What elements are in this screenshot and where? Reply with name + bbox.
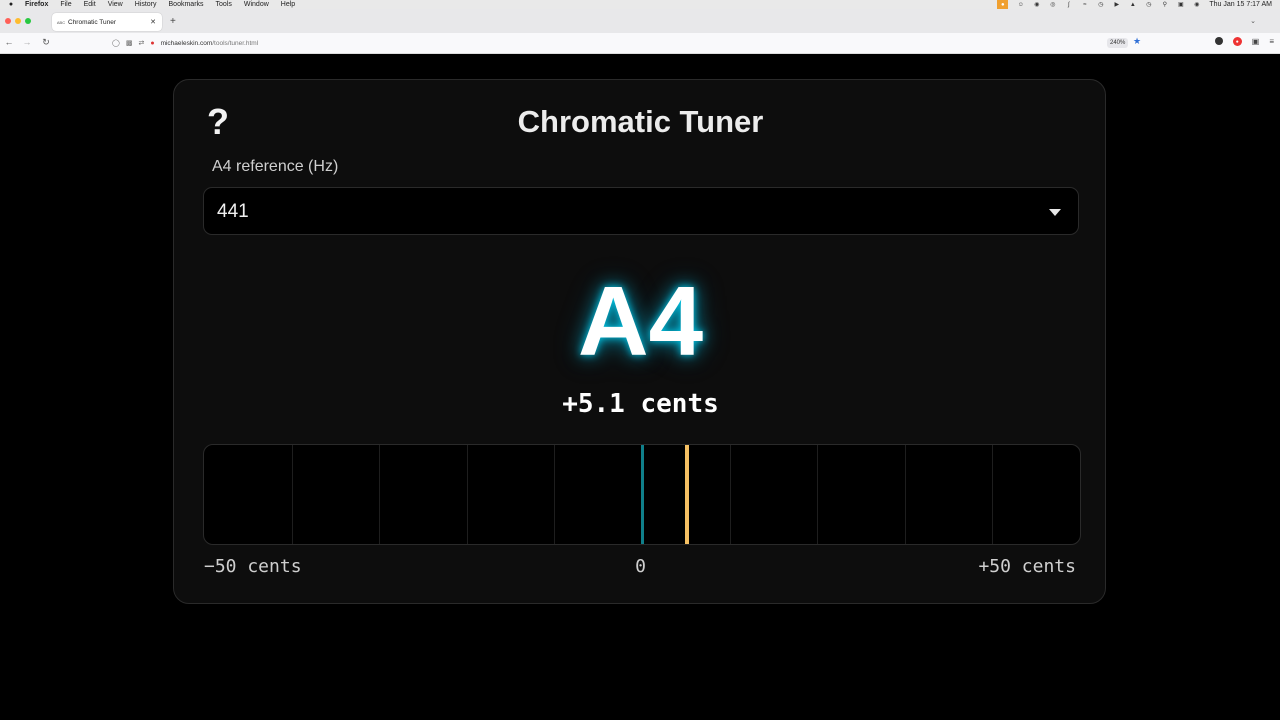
page-title: Chromatic Tuner — [517, 104, 764, 139]
window-controls — [5, 18, 31, 24]
tab-list-chevron-icon[interactable]: ⌄ — [1250, 17, 1256, 25]
meter-grid-line — [992, 445, 993, 544]
close-window-icon[interactable] — [5, 18, 11, 24]
menu-window[interactable]: Window — [244, 1, 269, 8]
meter-grid-line — [730, 445, 731, 544]
microphone-permission-icon[interactable]: ● — [150, 40, 154, 47]
tracking-protection-icon[interactable]: ◯ — [112, 39, 120, 47]
menu-bar: ● Firefox File Edit View History Bookmar… — [0, 0, 1280, 9]
meter-grid-line — [905, 445, 906, 544]
menu-tools[interactable]: Tools — [216, 1, 232, 8]
url-path: /tools/tuner.html — [212, 39, 259, 47]
reference-select[interactable]: 441 — [203, 187, 1079, 235]
zoom-indicator[interactable]: 240% — [1107, 38, 1129, 48]
scale-max-label: +50 cents — [978, 556, 1076, 577]
dropdown-caret-icon — [1049, 209, 1061, 216]
permissions-icon[interactable]: ⇄ — [138, 39, 144, 47]
forward-icon[interactable]: → — [22, 37, 32, 47]
control-icon[interactable]: ◎ — [1049, 2, 1056, 8]
volume-icon[interactable]: ▶ — [1113, 2, 1120, 8]
ublock-icon[interactable]: ● — [1232, 37, 1242, 46]
bookmark-star-icon[interactable]: ★ — [1133, 36, 1141, 47]
toolbar-icons: ● ▣ ≡ — [1214, 37, 1274, 46]
nav-bar: ← → ↻ ◯ ▩ ⇄ ● michaeleskin.com/tools/tun… — [0, 33, 1280, 54]
reference-value: 441 — [217, 201, 249, 222]
meter-grid-line — [467, 445, 468, 544]
back-icon[interactable]: ← — [4, 37, 14, 47]
meter-needle — [685, 445, 689, 544]
history-icon[interactable]: ◷ — [1145, 2, 1152, 8]
new-tab-icon[interactable]: + — [170, 16, 176, 27]
close-tab-icon[interactable]: ✕ — [150, 18, 156, 26]
extension-icon[interactable] — [1214, 37, 1223, 45]
tab-chromatic-tuner[interactable]: ABC Chromatic Tuner ✕ — [52, 13, 162, 31]
timemachine-icon[interactable]: ◷ — [1097, 2, 1104, 8]
meter-grid-line — [379, 445, 380, 544]
apple-icon[interactable]: ● — [7, 1, 15, 9]
menu-help[interactable]: Help — [281, 1, 295, 8]
meter-grid-line — [817, 445, 818, 544]
menu-firefox[interactable]: Firefox — [25, 1, 48, 8]
mic-recording-icon[interactable]: ● — [997, 0, 1009, 9]
app-menu-icon[interactable]: ≡ — [1269, 37, 1274, 46]
lock-icon[interactable]: ▩ — [126, 39, 133, 47]
siri-icon[interactable]: ◉ — [1193, 2, 1200, 8]
menu-file[interactable]: File — [60, 1, 71, 8]
menu-bookmarks[interactable]: Bookmarks — [169, 1, 204, 8]
bluetooth-icon[interactable]: ∫ — [1065, 2, 1072, 8]
menu-clock[interactable]: Thu Jan 15 7:17 AM — [1209, 1, 1272, 8]
menu-history[interactable]: History — [135, 1, 157, 8]
menu-edit[interactable]: Edit — [84, 1, 96, 8]
tuner-card: ? Chromatic Tuner A4 reference (Hz) 441 … — [173, 79, 1106, 604]
reference-label: A4 reference (Hz) — [212, 158, 339, 175]
extensions-puzzle-icon[interactable]: ▣ — [1252, 37, 1260, 46]
tab-strip: ABC Chromatic Tuner ✕ + ⌄ — [0, 9, 1280, 33]
tuning-meter — [203, 444, 1081, 545]
cents-readout: +5.1 cents — [562, 389, 719, 419]
meter-grid-line — [292, 445, 293, 544]
tab-title: Chromatic Tuner — [68, 18, 117, 26]
favicon: ABC — [56, 19, 66, 25]
search-icon[interactable]: ⚲ — [1161, 2, 1168, 8]
scale-center-label: 0 — [635, 556, 646, 577]
wifi-icon[interactable]: ≈ — [1081, 2, 1088, 8]
status-area: ● ☺ ◉ ◎ ∫ ≈ ◷ ▶ ▲ ◷ ⚲ ▣ ◉ Thu Jan 15 7:1… — [997, 0, 1272, 9]
minimize-window-icon[interactable] — [15, 18, 21, 24]
menu-view[interactable]: View — [108, 1, 123, 8]
person-icon[interactable]: ☺ — [1017, 2, 1024, 8]
detected-note: A4 — [577, 266, 704, 376]
reload-icon[interactable]: ↻ — [41, 37, 51, 48]
eject-icon[interactable]: ▲ — [1129, 2, 1136, 8]
meter-center-line — [641, 445, 644, 544]
meter-grid-line — [554, 445, 555, 544]
url-bar[interactable]: ◯ ▩ ⇄ ● michaeleskin.com/tools/tuner.htm… — [112, 36, 1147, 50]
record-icon[interactable]: ◉ — [1033, 2, 1040, 8]
zoom-window-icon[interactable] — [25, 18, 31, 24]
url-host: michaeleskin.com — [160, 39, 213, 47]
url-text[interactable]: michaeleskin.com/tools/tuner.html — [161, 40, 259, 47]
control-center-icon[interactable]: ▣ — [1177, 2, 1184, 8]
